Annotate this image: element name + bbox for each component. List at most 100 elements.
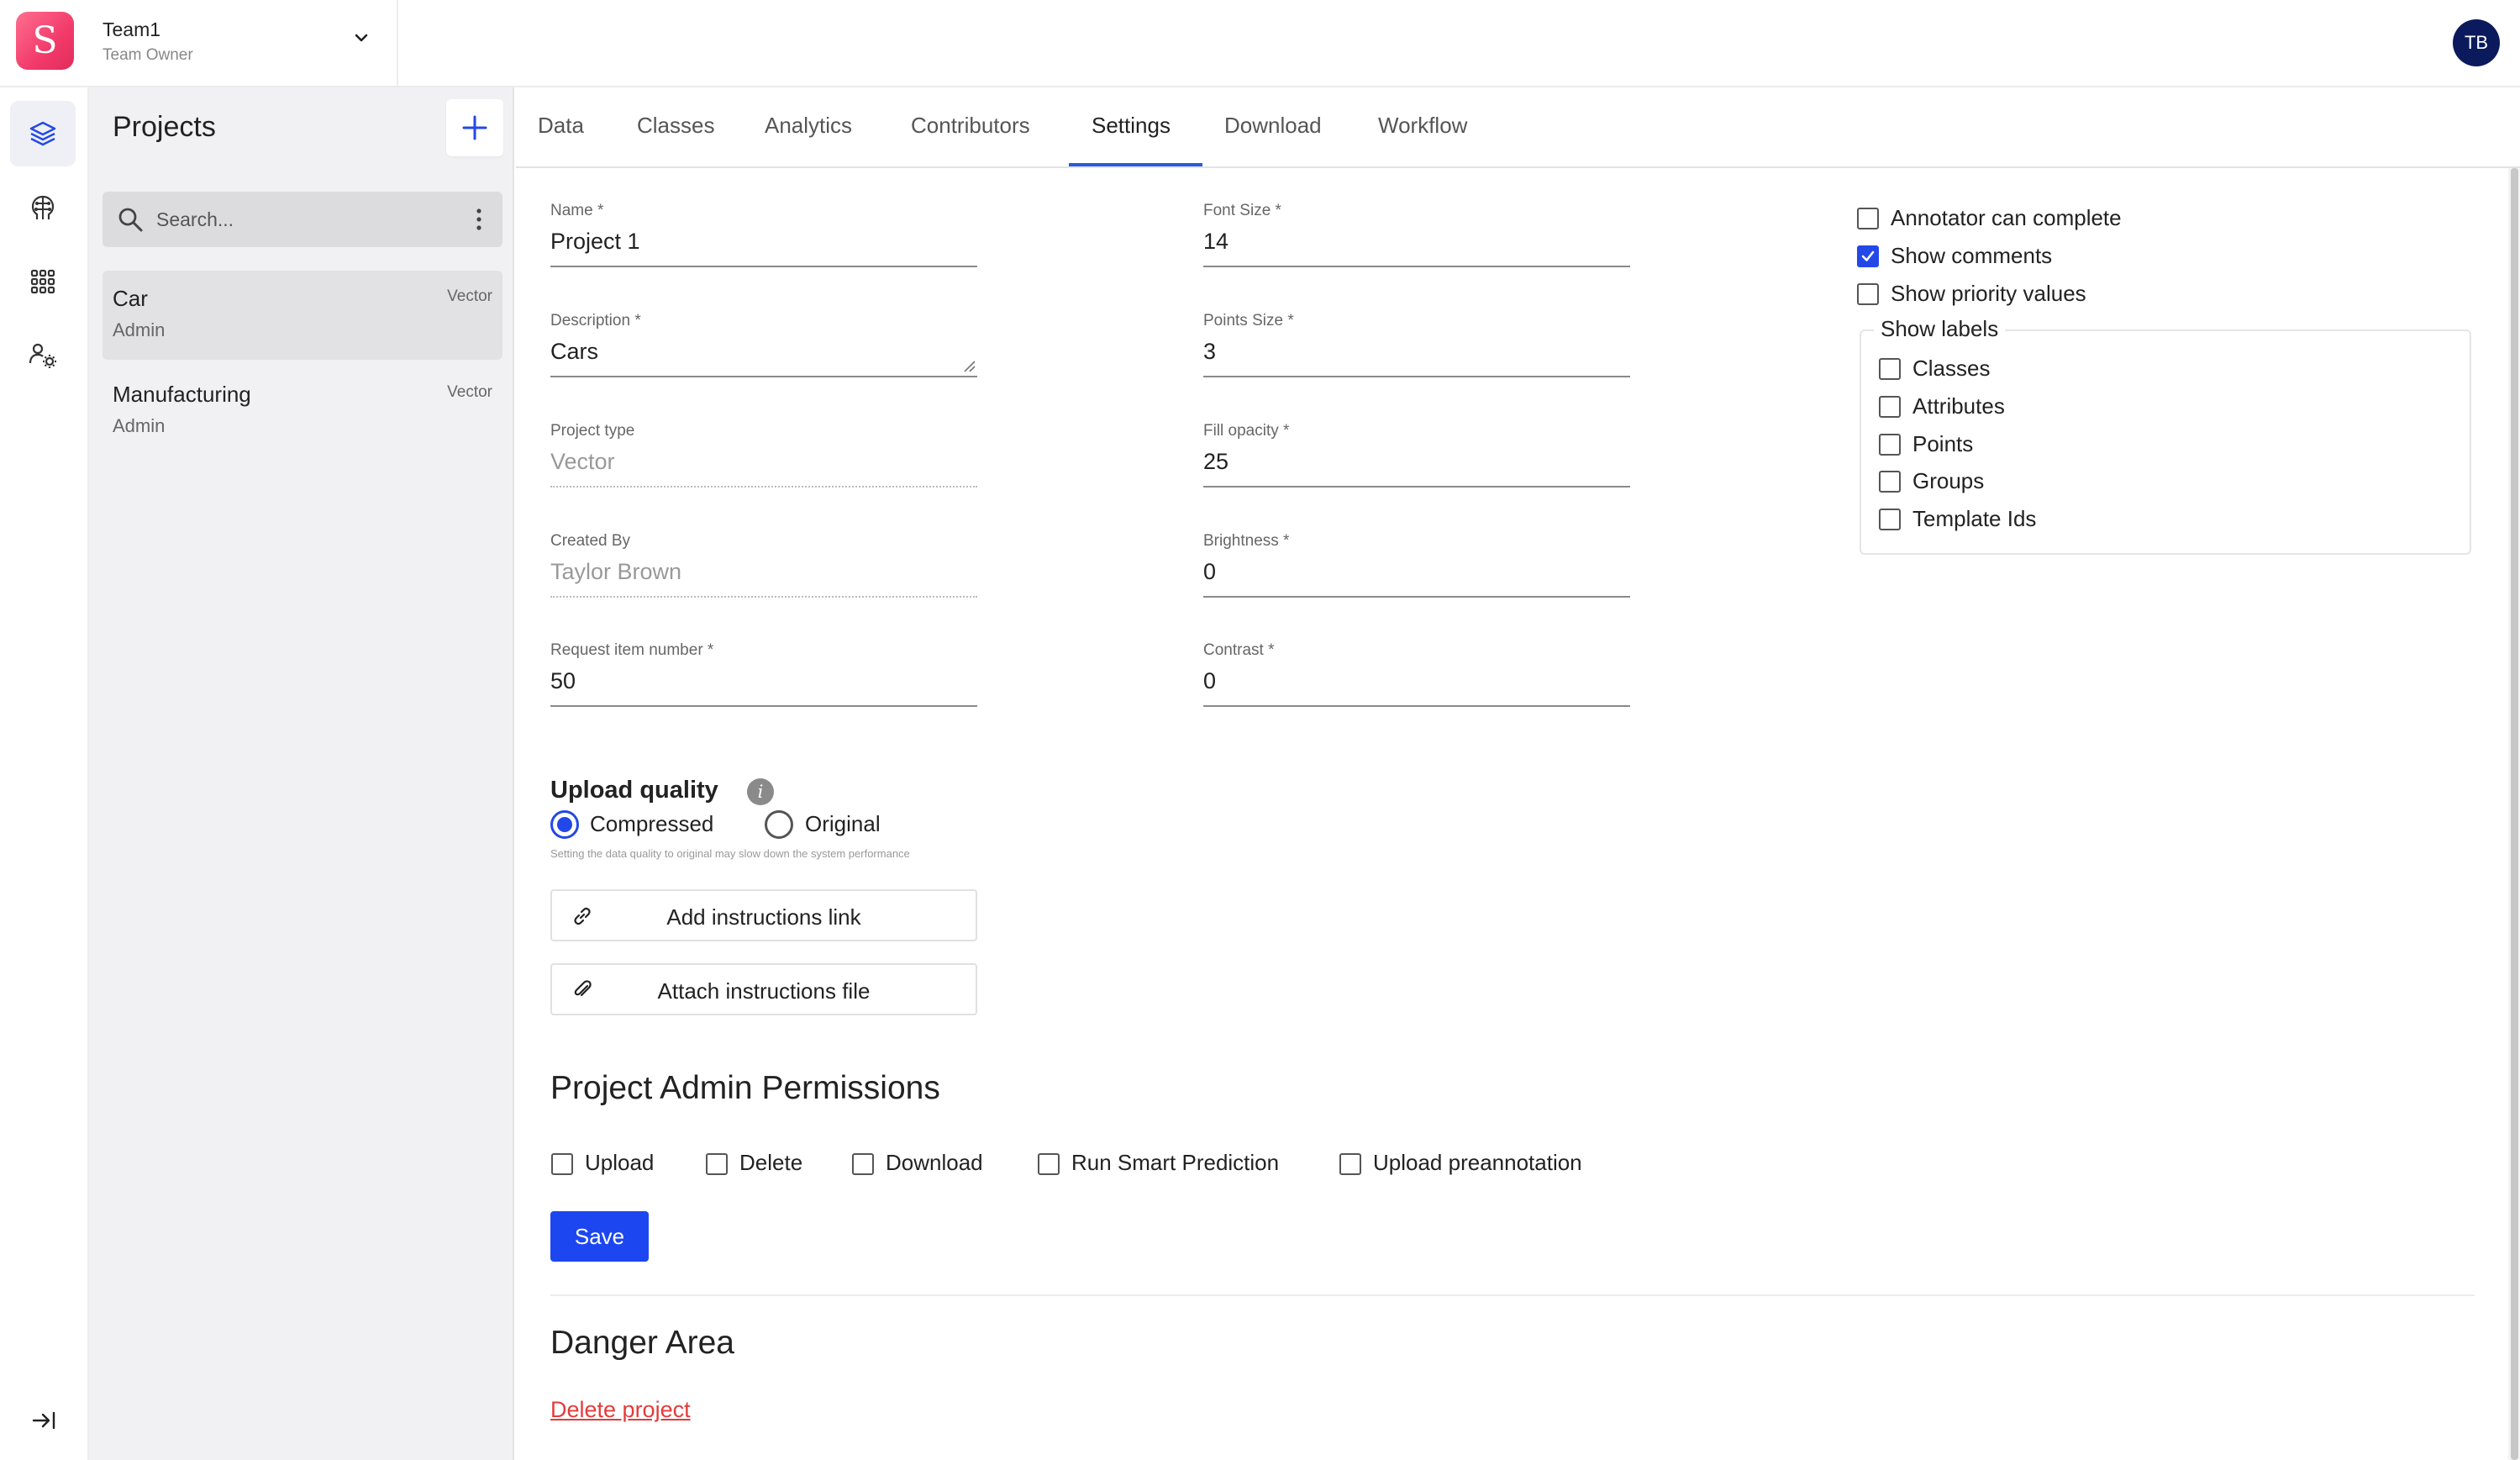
project-list-item[interactable]: Manufacturing Admin Vector xyxy=(103,366,502,456)
show-labels-template-ids-label: Template Ids xyxy=(1912,506,2037,531)
brightness-label: Brightness * xyxy=(1203,532,1290,550)
rail-projects[interactable] xyxy=(10,101,76,166)
permission-download-label: Download xyxy=(886,1150,983,1175)
project-role: Admin xyxy=(113,319,166,340)
show-labels-template-ids-checkbox[interactable] xyxy=(1879,509,1901,530)
name-label: Name * xyxy=(550,202,604,219)
collapse-icon[interactable] xyxy=(29,1405,59,1436)
name-input[interactable]: Project 1 xyxy=(550,229,977,267)
rail-apps[interactable] xyxy=(10,249,76,314)
fill-opacity-input[interactable]: 25 xyxy=(1203,449,1630,488)
project-name: Car xyxy=(113,286,148,311)
tab-classes[interactable]: Classes xyxy=(637,113,714,139)
attach-instructions-file-button[interactable]: Attach instructions file xyxy=(550,963,977,1015)
permission-upload-preannotation-checkbox[interactable] xyxy=(1339,1153,1361,1175)
plus-icon xyxy=(462,115,487,140)
font-size-label: Font Size * xyxy=(1203,202,1281,219)
upload-quality-hint: Setting the data quality to original may… xyxy=(550,847,910,860)
show-labels-classes-checkbox[interactable] xyxy=(1879,358,1901,380)
brightness-field[interactable]: Brightness * 0 xyxy=(1203,532,1630,598)
font-size-field[interactable]: Font Size * 14 xyxy=(1203,202,1630,267)
show-priority-values-checkbox[interactable] xyxy=(1857,283,1879,305)
scrollbar-thumb[interactable] xyxy=(2511,168,2518,1460)
contrast-field[interactable]: Contrast * 0 xyxy=(1203,641,1630,707)
show-labels-groups-label: Groups xyxy=(1912,468,1985,493)
description-input[interactable]: Cars xyxy=(550,339,977,377)
permissions-title: Project Admin Permissions xyxy=(550,1070,940,1106)
original-label: Original xyxy=(805,811,881,836)
permission-upload-preannotation-label: Upload preannotation xyxy=(1373,1150,1582,1175)
annotator-can-complete-checkbox[interactable] xyxy=(1857,208,1879,229)
tab-settings[interactable]: Settings xyxy=(1092,113,1171,139)
project-type-field: Project type Vector xyxy=(550,422,977,488)
project-search xyxy=(103,192,502,247)
compressed-label: Compressed xyxy=(590,811,714,836)
permission-delete-checkbox[interactable] xyxy=(706,1153,728,1175)
fill-opacity-field[interactable]: Fill opacity * 25 xyxy=(1203,422,1630,488)
description-field[interactable]: Description * Cars xyxy=(550,312,977,377)
contrast-input[interactable]: 0 xyxy=(1203,668,1630,707)
permission-run-smart-prediction-label: Run Smart Prediction xyxy=(1071,1150,1280,1175)
show-labels-classes-label: Classes xyxy=(1912,356,1991,381)
tab-contributors[interactable]: Contributors xyxy=(911,113,1030,139)
show-labels-points-label: Points xyxy=(1912,431,1974,456)
show-labels-attributes-checkbox[interactable] xyxy=(1879,396,1901,418)
permission-download-checkbox[interactable] xyxy=(852,1153,874,1175)
show-labels-groups-checkbox[interactable] xyxy=(1879,471,1901,493)
project-type: Vector xyxy=(447,287,492,305)
add-project-button[interactable] xyxy=(446,99,503,156)
project-tabs: Data Classes Analytics Contributors Sett… xyxy=(516,87,2520,168)
tab-analytics[interactable]: Analytics xyxy=(765,113,852,139)
show-comments-checkbox[interactable] xyxy=(1857,245,1879,267)
points-size-input[interactable]: 3 xyxy=(1203,339,1630,377)
top-divider xyxy=(397,0,398,87)
more-vertical-icon[interactable] xyxy=(471,204,487,235)
show-labels-points-checkbox[interactable] xyxy=(1879,434,1901,456)
project-role: Admin xyxy=(113,415,166,436)
show-labels-attributes-label: Attributes xyxy=(1912,393,2005,419)
tab-workflow[interactable]: Workflow xyxy=(1378,113,1467,139)
project-type-label: Project type xyxy=(550,422,635,440)
danger-area-title: Danger Area xyxy=(550,1325,734,1361)
project-type-value: Vector xyxy=(550,449,977,488)
points-size-label: Points Size * xyxy=(1203,312,1294,329)
request-item-number-input[interactable]: 50 xyxy=(550,668,977,707)
search-input[interactable] xyxy=(156,203,442,235)
points-size-field[interactable]: Points Size * 3 xyxy=(1203,312,1630,377)
brightness-input[interactable]: 0 xyxy=(1203,559,1630,598)
font-size-input[interactable]: 14 xyxy=(1203,229,1630,267)
request-item-number-field[interactable]: Request item number * 50 xyxy=(550,641,977,707)
permission-upload-checkbox[interactable] xyxy=(551,1153,573,1175)
description-value: Cars xyxy=(550,339,599,364)
created-by-label: Created By xyxy=(550,532,631,550)
layers-icon xyxy=(29,121,56,146)
icon-rail xyxy=(0,87,89,1460)
tab-download[interactable]: Download xyxy=(1224,113,1322,139)
compressed-radio[interactable] xyxy=(550,810,579,839)
active-tab-indicator xyxy=(1069,163,1202,166)
permission-run-smart-prediction-checkbox[interactable] xyxy=(1038,1153,1060,1175)
user-avatar[interactable]: TB xyxy=(2453,19,2500,66)
name-field[interactable]: Name * Project 1 xyxy=(550,202,977,267)
app-logo[interactable]: S xyxy=(16,12,74,70)
search-icon xyxy=(118,208,143,232)
resize-handle-icon[interactable] xyxy=(962,359,976,372)
project-list-item[interactable]: Car Admin Vector xyxy=(103,271,502,360)
annotator-can-complete-label: Annotator can complete xyxy=(1891,205,2122,230)
tab-data[interactable]: Data xyxy=(538,113,584,139)
original-radio[interactable] xyxy=(765,810,793,839)
rail-models[interactable] xyxy=(10,175,76,240)
save-button[interactable]: Save xyxy=(550,1211,649,1262)
projects-title: Projects xyxy=(113,111,216,143)
show-priority-values-label: Show priority values xyxy=(1891,281,2086,306)
team-switcher[interactable]: Team1 Team Owner xyxy=(103,18,193,65)
add-instructions-link-button[interactable]: Add instructions link xyxy=(550,889,977,941)
chevron-down-icon[interactable] xyxy=(349,25,374,50)
show-comments-label: Show comments xyxy=(1891,243,2053,268)
team-role: Team Owner xyxy=(103,46,193,64)
delete-project-link[interactable]: Delete project xyxy=(550,1397,691,1423)
info-icon[interactable]: i xyxy=(747,778,774,805)
users-gear-icon xyxy=(29,343,56,368)
rail-team-settings[interactable] xyxy=(10,323,76,388)
projects-panel: Projects Car Admin Vector Manufacturing … xyxy=(89,87,514,1460)
